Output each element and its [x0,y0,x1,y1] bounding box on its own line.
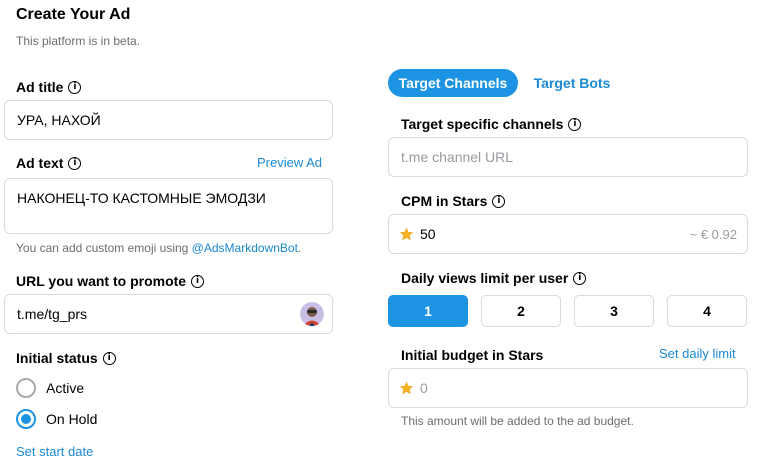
info-icon[interactable]: i [492,194,506,208]
budget-input[interactable]: 0 [388,368,748,408]
tab-target-channels[interactable]: Target Channels [388,69,518,97]
markdown-bot-link[interactable]: @AdsMarkdownBot [192,241,298,255]
star-icon [399,381,414,394]
ad-text-label: Ad text i [16,155,82,171]
daily-views-option-2[interactable]: 2 [481,295,561,327]
url-input[interactable]: t.me/tg_prs [4,294,333,334]
daily-views-label: Daily views limit per user i [401,270,587,286]
cpm-input[interactable]: 50 ~ € 0.92 [388,214,748,254]
cpm-value: 50 [420,226,436,242]
status-option-active[interactable]: Active [16,378,84,398]
url-value: t.me/tg_prs [17,306,88,322]
daily-views-option-1[interactable]: 1 [388,295,468,327]
daily-views-option-4[interactable]: 4 [667,295,747,327]
ad-text-input[interactable]: НАКОНЕЦ-ТО КАСТОМНЫЕ ЭМОДЗИ [4,178,333,234]
budget-value: 0 [420,380,428,396]
ad-text-hint: You can add custom emoji using @AdsMarkd… [16,241,301,255]
ad-title-label-text: Ad title [16,79,64,95]
ad-text-hint-prefix: You can add custom emoji using [16,241,192,255]
url-label-text: URL you want to promote [16,273,187,289]
ad-title-input[interactable]: УРА, НАХОЙ [4,100,333,140]
initial-status-label-text: Initial status [16,350,98,366]
tab-target-bots[interactable]: Target Bots [526,69,618,97]
cpm-converted: ~ € 0.92 [689,226,737,242]
set-start-date-link[interactable]: Set start date [16,444,93,459]
budget-hint: This amount will be added to the ad budg… [401,414,634,428]
avatar [300,302,324,326]
status-option-on-hold[interactable]: On Hold [16,409,97,429]
daily-views-option-3[interactable]: 3 [574,295,654,327]
radio-on-hold[interactable] [16,409,36,429]
channel-url-placeholder: t.me channel URL [401,149,514,165]
ad-text-label-text: Ad text [16,155,64,171]
ad-text-value: НАКОНЕЦ-ТО КАСТОМНЫЕ ЭМОДЗИ [17,190,266,206]
info-icon[interactable]: i [102,351,116,365]
cpm-label: CPM in Stars i [401,193,506,209]
preview-ad-link[interactable]: Preview Ad [257,155,322,170]
info-icon[interactable]: i [191,274,205,288]
ad-title-value: УРА, НАХОЙ [17,112,101,128]
page-title: Create Your Ad [16,6,131,23]
daily-views-label-text: Daily views limit per user [401,270,569,286]
info-icon[interactable]: i [68,156,82,170]
ad-text-hint-suffix: . [297,241,302,255]
initial-status-label: Initial status i [16,350,116,366]
budget-label-text: Initial budget in Stars [401,347,544,363]
star-icon [399,227,414,240]
channel-url-input[interactable]: t.me channel URL [388,137,748,177]
page-subtitle: This platform is in beta. [16,34,141,48]
status-option-on-hold-label: On Hold [46,411,98,427]
ad-title-label: Ad title i [16,79,82,95]
info-icon[interactable]: i [568,117,582,131]
radio-active[interactable] [16,378,36,398]
info-icon[interactable]: i [573,271,587,285]
status-option-active-label: Active [46,380,85,396]
target-channels-label-text: Target specific channels [401,116,564,132]
info-icon[interactable]: i [68,80,82,94]
cpm-value-group: 50 [389,226,436,242]
budget-value-group: 0 [389,380,428,396]
target-channels-label: Target specific channels i [401,116,582,132]
set-daily-limit-link[interactable]: Set daily limit [659,346,736,361]
url-label: URL you want to promote i [16,273,205,289]
cpm-label-text: CPM in Stars [401,193,488,209]
budget-label: Initial budget in Stars [401,347,543,363]
